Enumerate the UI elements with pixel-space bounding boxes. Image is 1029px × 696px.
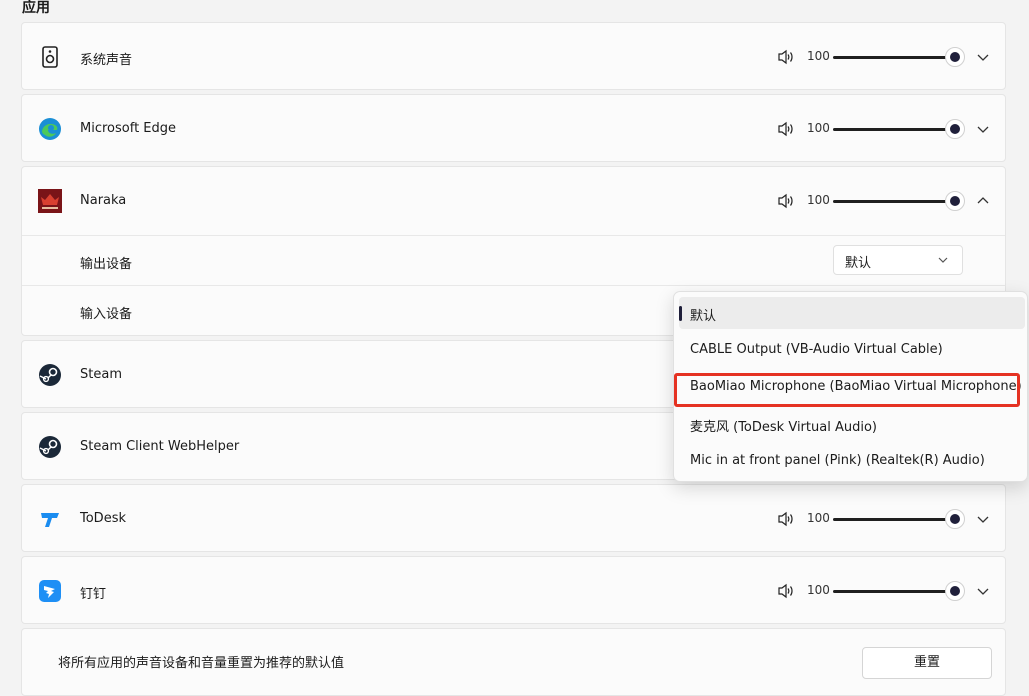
dropdown-option[interactable]: 麦克风 (ToDesk Virtual Audio) bbox=[679, 408, 1025, 440]
volume-value: 100 bbox=[807, 193, 830, 207]
volume-icon[interactable] bbox=[777, 511, 795, 527]
naraka-app-icon bbox=[38, 189, 62, 213]
output-device-label: 输出设备 bbox=[80, 257, 133, 272]
app-row[interactable]: 钉钉 100 bbox=[22, 557, 1005, 625]
slider-track bbox=[833, 518, 955, 521]
volume-slider[interactable] bbox=[833, 119, 965, 139]
slider-thumb[interactable] bbox=[945, 191, 965, 211]
chevron-down-icon[interactable] bbox=[976, 122, 990, 136]
option-label: 默认 bbox=[690, 309, 717, 324]
app-name: Naraka bbox=[80, 193, 127, 208]
volume-slider[interactable] bbox=[833, 47, 965, 67]
steam-icon bbox=[39, 364, 61, 386]
edge-icon bbox=[39, 118, 61, 140]
app-name: Steam Client WebHelper bbox=[80, 439, 240, 454]
selection-indicator bbox=[679, 306, 682, 321]
output-device-row: 输出设备 默认 bbox=[22, 235, 1005, 286]
chevron-down-icon bbox=[938, 257, 948, 263]
app-name: Steam bbox=[80, 367, 122, 382]
highlight-annotation bbox=[674, 373, 1020, 407]
reset-card: 将所有应用的声音设备和音量重置为推荐的默认值 重置 bbox=[21, 628, 1006, 696]
volume-value: 100 bbox=[807, 49, 830, 63]
chevron-down-icon[interactable] bbox=[976, 50, 990, 64]
app-card-system-sounds: 系统声音 100 bbox=[21, 22, 1006, 90]
dropdown-option[interactable]: CABLE Output (VB-Audio Virtual Cable) bbox=[679, 334, 1025, 366]
dropdown-option[interactable]: Mic in at front panel (Pink) (Realtek(R)… bbox=[679, 445, 1025, 477]
input-device-label: 输入设备 bbox=[80, 307, 133, 322]
option-label: 麦克风 (ToDesk Virtual Audio) bbox=[690, 420, 877, 435]
app-row[interactable]: Microsoft Edge 100 bbox=[22, 95, 1005, 163]
volume-value: 100 bbox=[807, 511, 830, 525]
app-card-todesk: ToDesk 100 bbox=[21, 484, 1006, 552]
slider-thumb[interactable] bbox=[945, 581, 965, 601]
app-row[interactable]: ToDesk 100 bbox=[22, 485, 1005, 553]
slider-track bbox=[833, 128, 955, 131]
chevron-down-icon[interactable] bbox=[976, 512, 990, 526]
app-name: ToDesk bbox=[80, 511, 126, 526]
volume-value: 100 bbox=[807, 583, 830, 597]
app-name: Microsoft Edge bbox=[80, 121, 177, 136]
chevron-down-icon[interactable] bbox=[976, 584, 990, 598]
volume-slider[interactable] bbox=[833, 509, 965, 529]
app-card-dingtalk: 钉钉 100 bbox=[21, 556, 1006, 624]
app-card-edge: Microsoft Edge 100 bbox=[21, 94, 1006, 162]
app-name: 系统声音 bbox=[80, 53, 133, 68]
app-name: 钉钉 bbox=[80, 587, 107, 602]
speaker-device-icon bbox=[42, 46, 58, 68]
volume-slider[interactable] bbox=[833, 191, 965, 211]
option-label: Mic in at front panel (Pink) (Realtek(R)… bbox=[690, 453, 985, 468]
volume-icon[interactable] bbox=[777, 193, 795, 209]
slider-track bbox=[833, 56, 955, 59]
output-device-select[interactable]: 默认 bbox=[833, 245, 963, 275]
option-label: CABLE Output (VB-Audio Virtual Cable) bbox=[690, 342, 943, 357]
app-row[interactable]: 系统声音 100 bbox=[22, 23, 1005, 91]
slider-track bbox=[833, 590, 955, 593]
slider-thumb[interactable] bbox=[945, 509, 965, 529]
steam-icon bbox=[39, 436, 61, 458]
volume-icon[interactable] bbox=[777, 583, 795, 599]
dropdown-option[interactable]: 默认 bbox=[679, 297, 1025, 329]
todesk-icon bbox=[41, 513, 59, 527]
app-row[interactable]: Naraka 100 bbox=[22, 167, 1005, 235]
output-device-value: 默认 bbox=[845, 256, 872, 271]
section-title: 应用 bbox=[22, 0, 50, 16]
slider-thumb[interactable] bbox=[945, 47, 965, 67]
dingtalk-icon bbox=[39, 580, 61, 602]
slider-track bbox=[833, 200, 955, 203]
volume-value: 100 bbox=[807, 121, 830, 135]
chevron-up-icon[interactable] bbox=[976, 194, 990, 208]
volume-slider[interactable] bbox=[833, 581, 965, 601]
reset-button[interactable]: 重置 bbox=[862, 647, 992, 679]
volume-icon[interactable] bbox=[777, 49, 795, 65]
volume-icon[interactable] bbox=[777, 121, 795, 137]
slider-thumb[interactable] bbox=[945, 119, 965, 139]
